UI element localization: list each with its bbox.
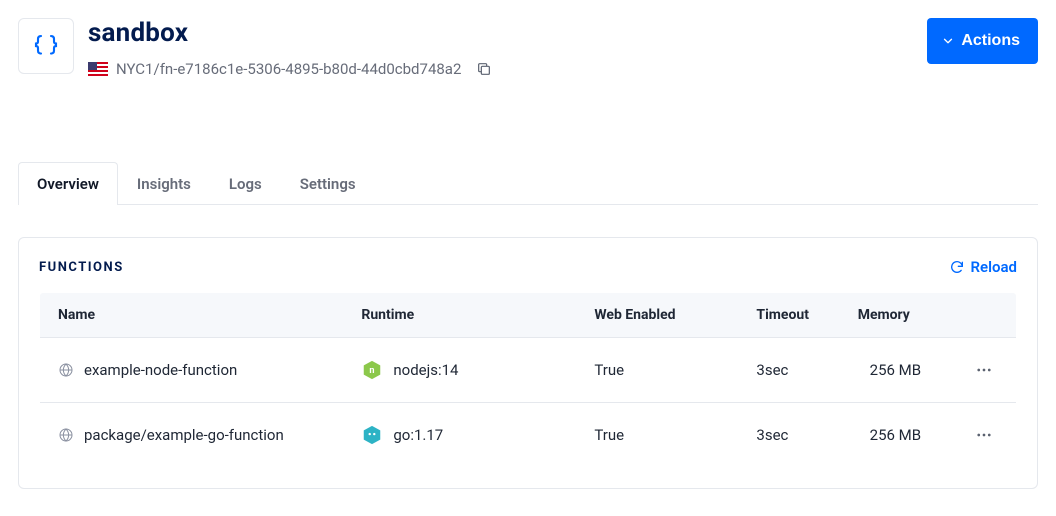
tab-logs[interactable]: Logs <box>210 162 281 205</box>
ellipsis-icon <box>975 426 993 444</box>
col-name: Name <box>40 293 344 338</box>
nodejs-icon: n <box>361 359 383 381</box>
col-actions <box>951 293 1016 338</box>
copy-icon <box>476 61 492 77</box>
functions-braces-icon <box>31 31 61 61</box>
web-enabled-value: True <box>576 403 738 468</box>
go-icon <box>361 424 383 446</box>
actions-label: Actions <box>961 32 1020 50</box>
runtime-label: nodejs:14 <box>393 361 458 379</box>
actions-button[interactable]: Actions <box>927 18 1038 64</box>
timeout-value: 3sec <box>738 338 839 403</box>
memory-value: 256 MB <box>840 403 951 468</box>
row-actions-button[interactable] <box>970 356 998 384</box>
reload-label: Reload <box>971 258 1018 276</box>
us-flag-icon <box>88 62 108 76</box>
ellipsis-icon <box>975 361 993 379</box>
col-web-enabled: Web Enabled <box>576 293 738 338</box>
tab-bar: Overview Insights Logs Settings <box>18 162 1038 205</box>
tab-overview[interactable]: Overview <box>18 162 118 205</box>
svg-text:n: n <box>370 366 375 376</box>
reload-button[interactable]: Reload <box>949 258 1018 276</box>
region-label: NYC1 <box>116 60 154 78</box>
function-name[interactable]: package/example-go-function <box>84 426 284 444</box>
tab-insights[interactable]: Insights <box>118 162 210 205</box>
col-memory: Memory <box>840 293 951 338</box>
web-enabled-value: True <box>576 338 738 403</box>
timeout-value: 3sec <box>738 403 839 468</box>
globe-icon <box>58 427 74 443</box>
functions-logo <box>18 18 74 74</box>
col-runtime: Runtime <box>343 293 576 338</box>
row-actions-button[interactable] <box>970 421 998 449</box>
table-row: package/example-go-function go:1.17 True… <box>40 403 1017 468</box>
copy-id-button[interactable] <box>471 56 497 82</box>
memory-value: 256 MB <box>840 338 951 403</box>
functions-table: Name Runtime Web Enabled Timeout Memory … <box>39 292 1017 468</box>
col-timeout: Timeout <box>738 293 839 338</box>
function-name[interactable]: example-node-function <box>84 361 237 379</box>
functions-panel: FUNCTIONS Reload Name Runtime Web Enable… <box>18 237 1038 489</box>
tab-settings[interactable]: Settings <box>281 162 375 205</box>
resource-id: fn-e7186c1e-5306-4895-b80d-44d0cbd748a2 <box>160 60 462 78</box>
app-title: sandbox <box>88 18 927 48</box>
functions-panel-title: FUNCTIONS <box>39 260 124 275</box>
runtime-label: go:1.17 <box>393 426 443 444</box>
table-row: example-node-function n nodejs:14 True 3… <box>40 338 1017 403</box>
reload-icon <box>949 259 965 275</box>
globe-icon <box>58 362 74 378</box>
chevron-down-icon <box>941 34 955 48</box>
